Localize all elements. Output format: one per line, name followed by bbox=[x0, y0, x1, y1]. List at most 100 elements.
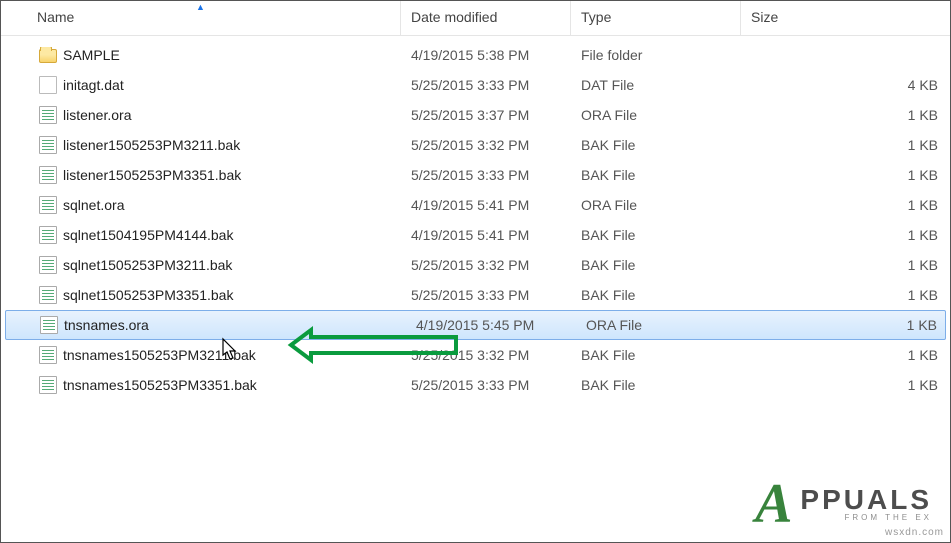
file-name-label: SAMPLE bbox=[63, 47, 120, 63]
file-name-label: sqlnet1505253PM3211.bak bbox=[63, 257, 232, 273]
file-row[interactable]: listener1505253PM3211.bak 5/25/2015 3:32 … bbox=[1, 130, 950, 160]
file-size-cell: 1 KB bbox=[741, 197, 950, 213]
file-row[interactable]: listener.ora 5/25/2015 3:37 PMORA File1 K… bbox=[1, 100, 950, 130]
file-type-cell: BAK File bbox=[571, 257, 741, 273]
file-type-cell: File folder bbox=[571, 47, 741, 63]
file-name-label: tnsnames.ora bbox=[64, 317, 149, 333]
file-date-cell: 4/19/2015 5:45 PM bbox=[406, 317, 576, 333]
file-name-cell: listener1505253PM3211.bak bbox=[1, 136, 401, 154]
file-type-cell: BAK File bbox=[571, 347, 741, 363]
file-date-cell: 5/25/2015 3:32 PM bbox=[401, 257, 571, 273]
file-date-cell: 5/25/2015 3:37 PM bbox=[401, 107, 571, 123]
footer-attribution: wsxdn.com bbox=[885, 527, 944, 538]
file-row[interactable]: tnsnames.ora 4/19/2015 5:45 PMORA File1 K… bbox=[5, 310, 946, 340]
file-date-cell: 5/25/2015 3:33 PM bbox=[401, 167, 571, 183]
column-header-date[interactable]: Date modified bbox=[401, 1, 571, 35]
file-size-cell: 1 KB bbox=[741, 227, 950, 243]
file-icon bbox=[39, 76, 57, 94]
file-size-cell: 1 KB bbox=[741, 347, 950, 363]
file-size-cell: 1 KB bbox=[741, 167, 950, 183]
file-name-cell: sqlnet.ora bbox=[1, 196, 401, 214]
file-name-cell: sqlnet1505253PM3211.bak bbox=[1, 256, 401, 274]
file-explorer[interactable]: ▲ Name Date modified Type Size SAMPLE 4/1… bbox=[1, 1, 950, 542]
file-icon bbox=[39, 226, 57, 244]
file-row[interactable]: sqlnet1504195PM4144.bak 4/19/2015 5:41 PM… bbox=[1, 220, 950, 250]
file-date-cell: 5/25/2015 3:32 PM bbox=[401, 347, 571, 363]
file-row[interactable]: tnsnames1505253PM3351.bak 5/25/2015 3:33 … bbox=[1, 370, 950, 400]
file-name-label: sqlnet.ora bbox=[63, 197, 124, 213]
column-type-label: Type bbox=[581, 9, 611, 25]
file-icon bbox=[39, 286, 57, 304]
file-type-cell: DAT File bbox=[571, 77, 741, 93]
file-name-cell: listener.ora bbox=[1, 106, 401, 124]
file-icon bbox=[39, 346, 57, 364]
column-header-name[interactable]: ▲ Name bbox=[1, 1, 401, 35]
file-type-cell: ORA File bbox=[576, 317, 746, 333]
watermark-sub-text: FROM THE EX bbox=[800, 514, 932, 522]
file-name-label: tnsnames1505253PM3211.bak bbox=[63, 347, 256, 363]
column-header-type[interactable]: Type bbox=[571, 1, 741, 35]
file-name-cell: sqlnet1504195PM4144.bak bbox=[1, 226, 401, 244]
file-name-cell: tnsnames1505253PM3211.bak bbox=[1, 346, 401, 364]
column-name-label: Name bbox=[37, 9, 74, 25]
file-name-cell: initagt.dat bbox=[1, 76, 401, 94]
file-type-cell: ORA File bbox=[571, 107, 741, 123]
file-row[interactable]: sqlnet1505253PM3211.bak 5/25/2015 3:32 PM… bbox=[1, 250, 950, 280]
column-header-size[interactable]: Size bbox=[741, 1, 950, 35]
file-size-cell: 1 KB bbox=[741, 257, 950, 273]
file-icon bbox=[39, 136, 57, 154]
watermark-logo-a: A bbox=[755, 485, 792, 524]
file-icon bbox=[39, 376, 57, 394]
file-name-cell: tnsnames1505253PM3351.bak bbox=[1, 376, 401, 394]
file-row[interactable]: listener1505253PM3351.bak 5/25/2015 3:33 … bbox=[1, 160, 950, 190]
file-type-cell: ORA File bbox=[571, 197, 741, 213]
file-type-cell: BAK File bbox=[571, 167, 741, 183]
file-icon bbox=[40, 316, 58, 334]
file-name-label: sqlnet1505253PM3351.bak bbox=[63, 287, 233, 303]
file-name-label: listener1505253PM3351.bak bbox=[63, 167, 241, 183]
file-type-cell: BAK File bbox=[571, 137, 741, 153]
file-name-label: listener1505253PM3211.bak bbox=[63, 137, 240, 153]
file-row[interactable]: sqlnet1505253PM3351.bak 5/25/2015 3:33 PM… bbox=[1, 280, 950, 310]
file-name-cell: tnsnames.ora bbox=[6, 316, 406, 334]
file-type-cell: BAK File bbox=[571, 227, 741, 243]
file-size-cell: 1 KB bbox=[746, 317, 945, 333]
file-row[interactable]: tnsnames1505253PM3211.bak 5/25/2015 3:32 … bbox=[1, 340, 950, 370]
file-size-cell: 1 KB bbox=[741, 107, 950, 123]
file-date-cell: 5/25/2015 3:33 PM bbox=[401, 287, 571, 303]
file-size-cell: 1 KB bbox=[741, 287, 950, 303]
file-name-cell: SAMPLE bbox=[1, 47, 401, 63]
file-name-label: tnsnames1505253PM3351.bak bbox=[63, 377, 257, 393]
file-name-label: sqlnet1504195PM4144.bak bbox=[63, 227, 233, 243]
file-icon bbox=[39, 196, 57, 214]
watermark-main-text: PPUALS bbox=[800, 486, 932, 514]
file-icon bbox=[39, 106, 57, 124]
file-row[interactable]: SAMPLE 4/19/2015 5:38 PMFile folder bbox=[1, 40, 950, 70]
file-name-label: listener.ora bbox=[63, 107, 131, 123]
file-name-cell: listener1505253PM3351.bak bbox=[1, 166, 401, 184]
file-list: SAMPLE 4/19/2015 5:38 PMFile folder initag… bbox=[1, 36, 950, 400]
file-date-cell: 5/25/2015 3:33 PM bbox=[401, 77, 571, 93]
file-type-cell: BAK File bbox=[571, 287, 741, 303]
watermark-logo: A PPUALS FROM THE EX bbox=[755, 485, 932, 524]
column-header-row: ▲ Name Date modified Type Size bbox=[1, 1, 950, 36]
file-size-cell: 1 KB bbox=[741, 137, 950, 153]
column-size-label: Size bbox=[751, 9, 778, 25]
file-date-cell: 5/25/2015 3:32 PM bbox=[401, 137, 571, 153]
file-row[interactable]: sqlnet.ora 4/19/2015 5:41 PMORA File1 KB bbox=[1, 190, 950, 220]
file-date-cell: 4/19/2015 5:38 PM bbox=[401, 47, 571, 63]
file-size-cell: 4 KB bbox=[741, 77, 950, 93]
file-name-cell: sqlnet1505253PM3351.bak bbox=[1, 286, 401, 304]
file-name-label: initagt.dat bbox=[63, 77, 124, 93]
file-icon bbox=[39, 166, 57, 184]
file-icon bbox=[39, 256, 57, 274]
file-date-cell: 4/19/2015 5:41 PM bbox=[401, 197, 571, 213]
file-date-cell: 4/19/2015 5:41 PM bbox=[401, 227, 571, 243]
file-type-cell: BAK File bbox=[571, 377, 741, 393]
folder-icon bbox=[39, 49, 57, 63]
column-date-label: Date modified bbox=[411, 9, 497, 25]
file-size-cell: 1 KB bbox=[741, 377, 950, 393]
sort-ascending-icon: ▲ bbox=[196, 2, 205, 12]
file-row[interactable]: initagt.dat 5/25/2015 3:33 PMDAT File4 KB bbox=[1, 70, 950, 100]
file-date-cell: 5/25/2015 3:33 PM bbox=[401, 377, 571, 393]
